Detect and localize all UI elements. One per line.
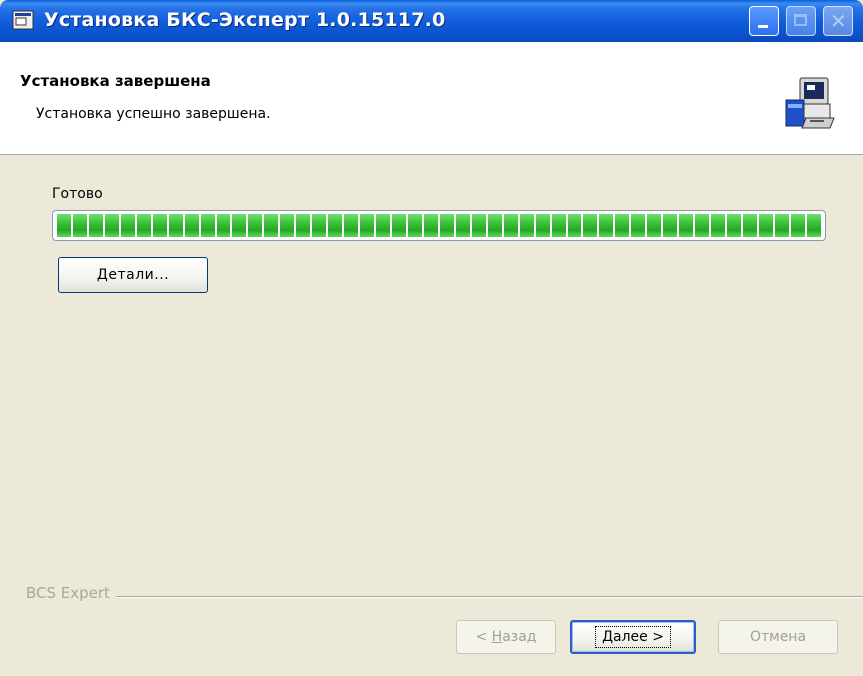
progress-segment — [599, 214, 614, 237]
installer-window-icon — [12, 10, 34, 30]
progress-segment — [679, 214, 694, 237]
close-button[interactable]: ✕ — [823, 6, 853, 36]
progress-segment — [758, 214, 773, 237]
progress-segment — [471, 214, 486, 237]
progress-segment — [344, 214, 359, 237]
progress-segment — [663, 214, 678, 237]
title-bar[interactable]: Установка БКС-Эксперт 1.0.15117.0 ✕ — [0, 0, 863, 42]
page-subtitle: Установка успешно завершена. — [36, 106, 271, 122]
progress-segment — [200, 214, 215, 237]
window-title: Установка БКС-Эксперт 1.0.15117.0 — [44, 9, 446, 31]
progress-segment — [376, 214, 391, 237]
progress-segment — [120, 214, 135, 237]
progress-segment — [72, 214, 87, 237]
progress-segment — [774, 214, 789, 237]
page-title: Установка завершена — [20, 72, 211, 90]
close-icon: ✕ — [830, 9, 847, 33]
progress-segment — [312, 214, 327, 237]
branding-divider — [26, 596, 863, 598]
progress-segment — [695, 214, 710, 237]
progress-segment — [519, 214, 534, 237]
back-button-prefix: < — [475, 629, 492, 645]
next-button[interactable]: Далее > — [570, 620, 696, 654]
progress-segment — [104, 214, 119, 237]
progress-segment — [264, 214, 279, 237]
next-button-label: алее > — [613, 629, 664, 645]
progress-segment — [439, 214, 454, 237]
progress-bar — [52, 210, 826, 241]
next-button-mnemonic: Д — [602, 629, 613, 645]
progress-segment — [360, 214, 375, 237]
back-button-label: азад — [502, 629, 537, 645]
details-button[interactable]: Детали... — [58, 257, 208, 293]
computer-install-icon — [785, 77, 835, 129]
progress-segment — [232, 214, 247, 237]
progress-segment — [567, 214, 582, 237]
progress-segment — [57, 214, 71, 237]
progress-segment — [806, 214, 821, 237]
minimize-icon — [758, 25, 768, 28]
progress-segment — [328, 214, 343, 237]
progress-fill — [57, 214, 821, 237]
maximize-button[interactable] — [786, 6, 816, 36]
progress-segment — [503, 214, 518, 237]
progress-segment — [392, 214, 406, 237]
progress-segment — [296, 214, 311, 237]
back-button[interactable]: < Назад — [456, 620, 556, 654]
progress-segment — [168, 214, 183, 237]
progress-segment — [407, 214, 422, 237]
progress-segment — [551, 214, 566, 237]
minimize-button[interactable] — [749, 6, 779, 36]
details-button-mnemonic: Д — [96, 267, 109, 283]
progress-segment — [583, 214, 598, 237]
branding-label: BCS Expert — [26, 584, 116, 602]
progress-status-label: Готово — [52, 186, 103, 202]
cancel-button[interactable]: Отмена — [718, 620, 838, 654]
progress-segment — [711, 214, 726, 237]
progress-segment — [742, 214, 757, 237]
progress-segment — [615, 214, 630, 237]
progress-segment — [248, 214, 263, 237]
progress-segment — [487, 214, 502, 237]
progress-segment — [790, 214, 805, 237]
details-button-label: етали... — [108, 267, 170, 283]
progress-segment — [727, 214, 741, 237]
progress-segment — [535, 214, 550, 237]
progress-segment — [216, 214, 231, 237]
progress-segment — [152, 214, 167, 237]
progress-segment — [88, 214, 103, 237]
progress-segment — [631, 214, 646, 237]
progress-segment — [423, 214, 438, 237]
progress-segment — [647, 214, 662, 237]
progress-segment — [136, 214, 151, 237]
wizard-header — [0, 42, 863, 155]
progress-segment — [455, 214, 470, 237]
maximize-icon — [794, 14, 807, 26]
next-button-focus: Далее > — [595, 626, 671, 648]
progress-segment — [184, 214, 199, 237]
progress-segment — [280, 214, 295, 237]
back-button-mnemonic: Н — [491, 629, 503, 645]
